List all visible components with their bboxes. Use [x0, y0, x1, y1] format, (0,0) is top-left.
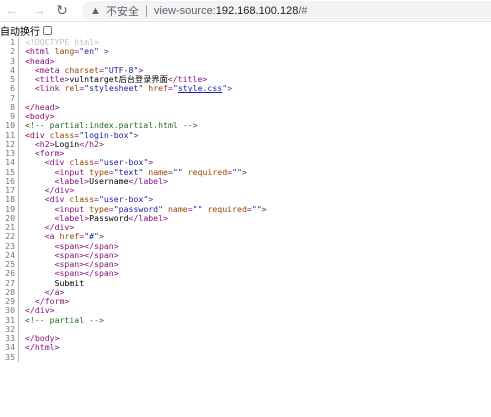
source-line: 32	[0, 324, 491, 334]
code-token: lang	[54, 46, 75, 57]
line-wrap-option[interactable]: 自动换行	[0, 23, 52, 38]
code-token: <link	[34, 83, 65, 94]
url-path: /#	[298, 4, 308, 17]
address-separator	[146, 4, 147, 17]
code-token: Password	[89, 212, 129, 223]
code-token: >	[133, 129, 139, 140]
arrow-right-icon: →	[32, 2, 46, 18]
code-token: ""	[251, 203, 262, 214]
source-line: 33 </body>	[0, 333, 491, 344]
source-line: 12 <h2>Login</h2>	[0, 138, 491, 149]
code-token: name	[167, 203, 188, 214]
code-token: rel	[64, 83, 80, 94]
source-line: 28 </a>	[0, 287, 491, 297]
source-line: 35	[0, 352, 491, 362]
line-code: <!-- partial -->	[19, 314, 104, 325]
source-line: 6 <link rel="stylesheet" href="style.css…	[0, 83, 491, 94]
security-status-label[interactable]: 不安全	[106, 3, 139, 19]
source-link[interactable]: style.css	[178, 83, 222, 93]
code-token: required	[187, 166, 228, 177]
source-code-view: 1 <!DOCTYPE html> 2 <html lang="en" >3 <head…	[0, 37, 491, 362]
code-token: href	[148, 83, 168, 94]
line-code: </html>	[19, 343, 60, 352]
code-token: "stylesheet"	[84, 83, 144, 94]
code-token: </h2>	[79, 138, 104, 149]
code-token: >	[98, 46, 109, 57]
browser-toolbar: ← → ↻ ▲ 不安全 view-source: 192.168.100.128…	[0, 0, 491, 22]
source-line: 2 <html lang="en" >	[0, 46, 491, 57]
code-token: ""	[192, 203, 203, 214]
forward-button[interactable]: →	[30, 1, 48, 19]
source-line: 31 <!-- partial -->	[0, 314, 491, 325]
source-line: 29 </form>	[0, 296, 491, 307]
source-line: 27 Submit	[0, 278, 491, 288]
line-code: <link rel="stylesheet" href="style.css">	[19, 84, 232, 93]
code-token: <!-- partial -->	[25, 314, 104, 325]
code-token: >	[261, 203, 267, 214]
url-scheme: view-source:	[154, 4, 216, 17]
code-token: >	[227, 83, 233, 94]
source-line: 34 </html>	[0, 342, 491, 353]
code-token: required	[207, 203, 247, 214]
code-token: Username	[89, 175, 129, 186]
source-line: 8 </head>	[0, 102, 491, 112]
line-wrap-label: 自动换行	[0, 26, 40, 38]
reload-icon: ↻	[56, 2, 68, 18]
code-token: ""	[172, 166, 183, 177]
line-number: 35	[0, 352, 19, 362]
code-token: </html>	[25, 342, 60, 353]
code-token: </label>	[128, 212, 168, 223]
code-token: "en"	[79, 46, 99, 57]
code-token: >	[241, 166, 247, 177]
reload-button[interactable]: ↻	[53, 1, 71, 19]
code-token: </span>	[84, 268, 119, 279]
arrow-left-icon: ←	[5, 2, 19, 18]
address-bar[interactable]: ▲ 不安全 view-source: 192.168.100.128 /#	[82, 1, 491, 20]
code-token: ""	[232, 166, 242, 177]
line-wrap-checkbox[interactable]	[43, 25, 52, 35]
back-button[interactable]: ←	[3, 1, 21, 19]
source-line: 7	[0, 93, 491, 103]
code-token: </label>	[128, 175, 168, 186]
url-host: 192.168.100.128	[215, 4, 299, 17]
warning-triangle-icon: ▲	[90, 4, 101, 17]
